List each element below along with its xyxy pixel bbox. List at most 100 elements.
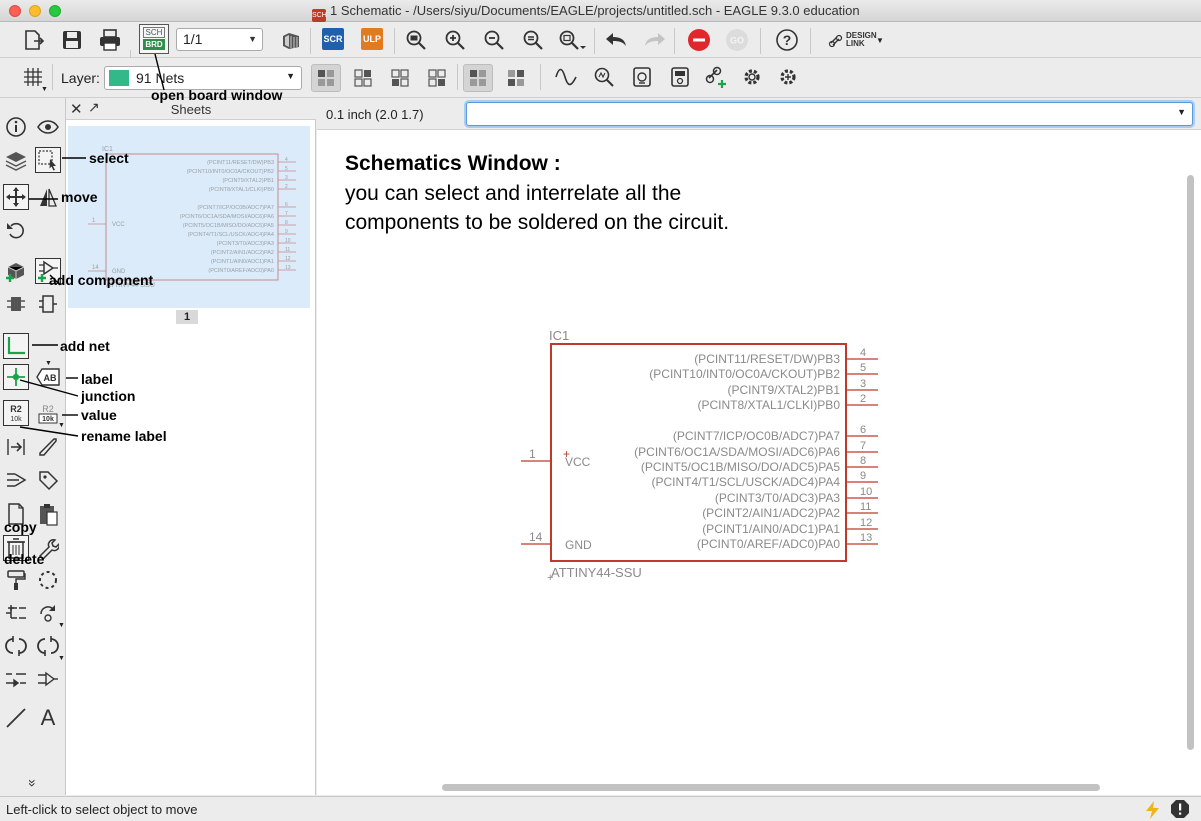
toolbar-separator — [457, 64, 458, 90]
ic1-symbol[interactable]: IC1ATTINY44-SSU++1VCC14GND4(PCINT11/RESE… — [317, 130, 1201, 770]
library-books-icon[interactable] — [276, 26, 306, 54]
move-icon[interactable] — [3, 184, 29, 210]
multimeter-icon[interactable] — [665, 63, 695, 91]
lightning-icon[interactable] — [1143, 800, 1163, 820]
print-icon[interactable] — [95, 26, 125, 54]
miter-icon[interactable] — [35, 434, 61, 460]
save-icon[interactable] — [57, 26, 87, 54]
rotate-icon[interactable] — [3, 217, 29, 243]
stop-icon[interactable] — [684, 26, 714, 54]
thumb-pin-label: (PCINT6/OC1A/SDA/MOSI/ADC6)PA6 — [180, 214, 274, 220]
chevron-down-icon: ▼ — [876, 36, 884, 45]
pin-number: 4 — [860, 347, 866, 359]
add-part-icon[interactable] — [3, 258, 29, 284]
zoom-out-icon[interactable] — [479, 26, 509, 54]
window-close-button[interactable] — [9, 5, 21, 17]
undo-icon[interactable] — [601, 26, 631, 54]
slice-left-icon[interactable] — [3, 633, 29, 659]
pin-number: 9 — [860, 470, 866, 482]
thumb-pin-number: 12 — [285, 256, 291, 262]
thumb-pin-number: 8 — [285, 220, 288, 226]
command-line-input[interactable]: ▼ — [466, 102, 1193, 126]
window-title: SCH 1 Schematic - /Users/siyu/Documents/E… — [312, 3, 860, 22]
svg-text:GO: GO — [730, 36, 744, 46]
run-ulp-button[interactable]: ULP — [361, 28, 383, 50]
line-tool-icon[interactable] — [3, 705, 29, 731]
help-icon[interactable]: ? — [772, 26, 802, 54]
text-tool-icon[interactable]: A — [35, 705, 61, 731]
run-script-button[interactable]: SCR — [322, 28, 344, 50]
erc-check-icon[interactable] — [627, 63, 657, 91]
annotation-open-board-window: open board window — [151, 87, 283, 103]
show-eye-icon[interactable] — [35, 114, 61, 140]
status-message: Left-click to select object to move — [6, 802, 198, 817]
gear-icon[interactable] — [737, 63, 767, 91]
sheet-selector[interactable]: 1/1 ▼ — [176, 28, 263, 51]
paint-smash-icon[interactable] — [3, 567, 29, 593]
dotted-circle-icon[interactable] — [35, 567, 61, 593]
window-maximize-button[interactable] — [49, 5, 61, 17]
vertical-scrollbar[interactable] — [1187, 175, 1194, 750]
layout-grid-3-button[interactable] — [385, 64, 415, 92]
layout-grid-2-button[interactable] — [348, 64, 378, 92]
svg-text:10k: 10k — [42, 416, 54, 423]
info-icon[interactable] — [3, 114, 29, 140]
window-minimize-button[interactable] — [29, 5, 41, 17]
toolbar-separator — [310, 28, 311, 54]
add-net-icon[interactable] — [3, 333, 29, 359]
add-link-icon[interactable] — [701, 63, 731, 91]
zoom-fit-icon[interactable] — [401, 26, 431, 54]
chevron-down-icon: ▼ — [58, 655, 65, 662]
thumb-pin-number: 3 — [285, 175, 288, 181]
zoom-redraw-icon[interactable] — [518, 26, 548, 54]
horizontal-scrollbar[interactable] — [442, 784, 1100, 791]
split-icon[interactable] — [3, 467, 29, 493]
more-tools-icon[interactable]: » — [20, 770, 46, 796]
thumb-pin-number: 9 — [285, 229, 288, 235]
junction-icon[interactable] — [3, 364, 29, 390]
layers-icon[interactable] — [3, 147, 29, 173]
thumb-pin-number: 10 — [285, 238, 291, 244]
layout-panel-2-button[interactable] — [501, 64, 531, 92]
chevron-down-icon: ▼ — [248, 34, 257, 44]
select-group-icon[interactable] — [35, 147, 61, 173]
zoom-area-icon[interactable] — [557, 26, 587, 54]
mirror-icon[interactable] — [35, 184, 61, 210]
annotation-move: move — [61, 189, 98, 205]
svg-text:R2: R2 — [42, 404, 54, 414]
bus-connect-icon[interactable] — [35, 666, 61, 692]
layout-grid-4-button[interactable] — [422, 64, 452, 92]
pin-swap-icon[interactable] — [3, 434, 29, 460]
cursor-coordinates: 0.1 inch (2.0 1.7) — [326, 107, 424, 122]
go-icon[interactable]: GO — [722, 26, 752, 54]
sch-brd-switch-button[interactable]: SCH BRD — [139, 24, 169, 54]
zoom-in-icon[interactable] — [440, 26, 470, 54]
optimize-icon[interactable] — [3, 600, 29, 626]
gate-swap-icon[interactable] — [35, 291, 61, 317]
main-toolbar: SCH BRD 1/1 ▼ SCR ULP GO ? DESIGN LINK ▼ — [0, 22, 1201, 76]
redo-icon[interactable] — [640, 26, 670, 54]
label-tool-icon[interactable]: AB — [35, 364, 61, 390]
schematic-canvas[interactable]: Schematics Window : you can select and i… — [317, 130, 1201, 795]
replace-part-icon[interactable] — [3, 291, 29, 317]
pin-label: (PCINT2/AIN1/ADC2)PA2 — [702, 506, 840, 520]
simulation-wave-icon[interactable] — [551, 63, 581, 91]
gear-settings-icon[interactable] — [773, 63, 803, 91]
thumb-pin-label: (PCINT0/AREF/ADC0)PA0 — [208, 268, 274, 274]
layout-grid-1-button[interactable] — [311, 64, 341, 92]
toolbar-separator — [52, 64, 53, 90]
value-tool-icon[interactable]: R2 10k — [3, 400, 29, 426]
annotation-value: value — [81, 407, 117, 423]
attribute-tag-icon[interactable] — [35, 467, 61, 493]
join-icon[interactable] — [3, 666, 29, 692]
annotation-select: select — [89, 150, 129, 166]
open-file-icon[interactable] — [18, 26, 48, 54]
probe-search-icon[interactable] — [589, 63, 619, 91]
thumb-pin-number: 7 — [285, 211, 288, 217]
layout-panel-1-button[interactable] — [463, 64, 493, 92]
thumb-pin-label: (PCINT9/XTAL2)PB1 — [222, 178, 274, 184]
paste-icon[interactable] — [35, 501, 61, 527]
stop-sign-icon[interactable] — [1170, 799, 1190, 819]
pin-label: VCC — [565, 455, 591, 469]
title-bar: SCH 1 Schematic - /Users/siyu/Documents/E… — [0, 0, 1201, 22]
